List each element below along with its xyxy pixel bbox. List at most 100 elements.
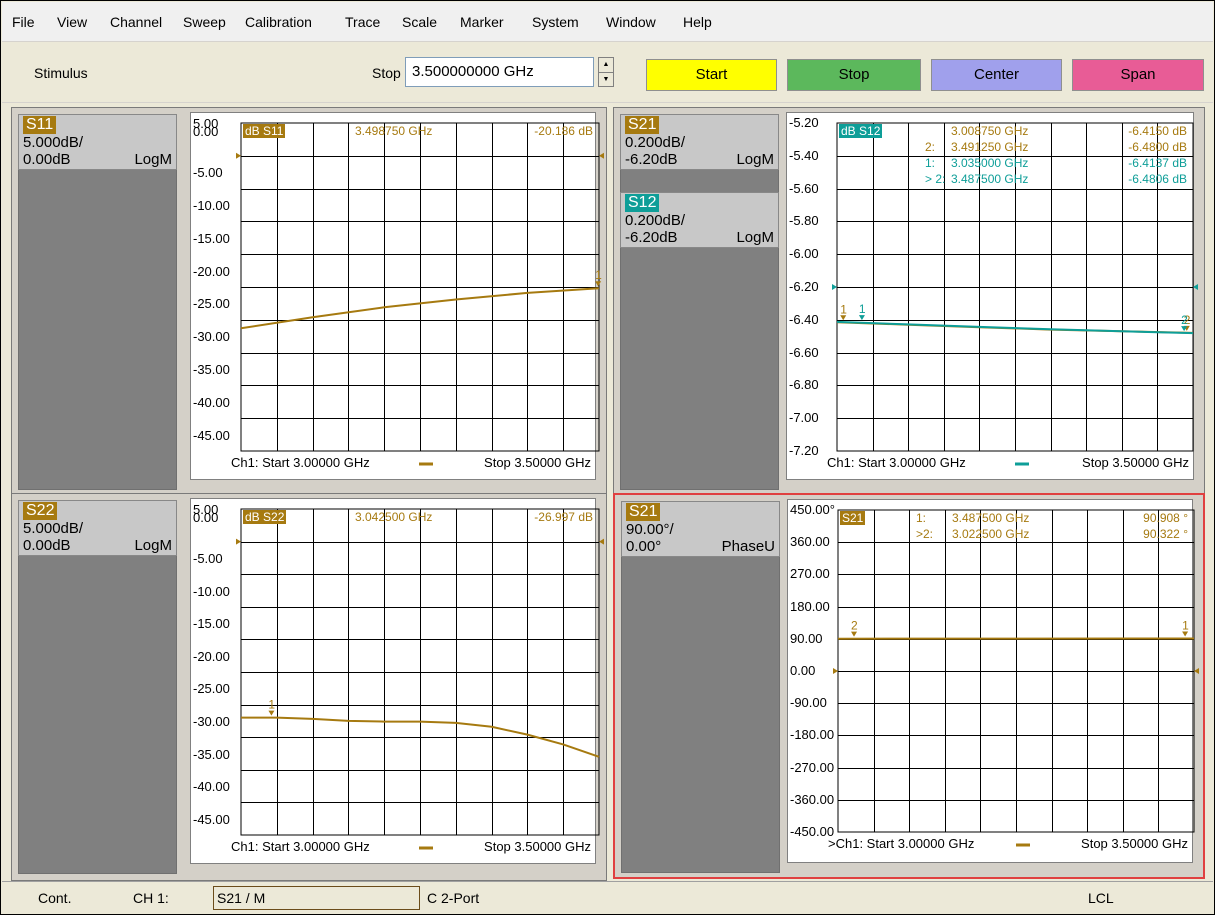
menu-calibration[interactable]: Calibration [245,2,312,42]
plot-grid: 1 [236,122,604,452]
menu-marker[interactable]: Marker [460,2,504,42]
menu-window[interactable]: Window [606,2,656,42]
active-trace-tag: dB S22 [243,510,287,524]
menu-channel[interactable]: Channel [110,2,162,42]
marker-readout-frequency: 3.042500 GHz [355,510,433,524]
y-axis-tick-label: -10.00 [193,584,230,599]
stop-field-label: Stop [372,65,401,81]
reference-level-arrow [833,668,838,674]
y-axis-tick-label: -20.00 [193,264,230,279]
trace-window-2[interactable]: S21 0.200dB/-6.20dB LogM S12 0.200dB/-6.20dB… [613,107,1205,497]
marker-readout-frequency: 3.498750 GHz [355,124,433,138]
trace-format: LogM [134,537,172,554]
spin-up-icon[interactable]: ▲ [599,58,613,72]
marker-readout-label: > 2: [925,172,946,186]
center-button[interactable]: Center [931,59,1062,91]
trace-ref-row: 0.00dB LogM [23,151,172,168]
start-frequency-label: Ch1: Start 3.00000 GHz [231,839,370,854]
start-frequency-label: Ch1: Start 3.00000 GHz [827,455,966,470]
trace-ref-row: 0.00dB LogM [23,537,172,554]
spin-down-icon[interactable]: ▼ [599,72,613,86]
marker-label: 1 [268,698,275,712]
y-axis-tick-label: -30.00 [193,329,230,344]
marker-readout-frequency: 3.008750 GHz [951,124,1029,138]
y-axis-tick-label: 360.00 [790,534,830,549]
trace-window-1[interactable]: S11 5.000dB/0.00dB LogM 1 5.00 0.00 -5.00 -10.0… [11,107,607,497]
marker-readout-label: 1: [925,156,936,170]
reference-level-arrow [1193,284,1198,290]
y-axis-tick-label: -15.00 [193,231,230,246]
plot-grid: 1 [236,508,604,836]
menu-scale[interactable]: Scale [402,2,437,42]
plot-area[interactable]: 1 1 2 2 -5.20 -5.40 -5.60 -5.80 -6.00 -6.20 -6.40-… [786,112,1198,480]
y-axis-tick-label: -7.00 [789,410,819,425]
trace-format: LogM [736,229,774,246]
marker-readout-label: 1: [916,511,927,525]
start-button[interactable]: Start [646,59,777,91]
marker-label: 1 [1182,618,1189,632]
y-axis-tick-label: 0.00 [193,124,219,139]
menu-file[interactable]: File [12,2,35,42]
trace-box-s11[interactable]: S11 5.000dB/0.00dB LogM [18,114,177,170]
marker-readout-value: 90.322 ° [1143,527,1188,541]
trace-scale: 0.200dB/ [625,134,686,151]
status-bar: Cont. CH 1: S21 / M C 2-Port LCL [2,881,1213,914]
y-axis-tick-label: -5.80 [789,213,819,228]
stimulus-label: Stimulus [34,65,88,81]
trace-legend-panel [18,500,177,874]
trace-box-s12[interactable]: S12 0.200dB/-6.20dB LogM [620,192,779,248]
y-axis-tick-label: -360.00 [790,792,835,807]
y-axis-tick-label: -25.00 [193,296,230,311]
marker-label: 1 [840,302,847,316]
trace-window-4[interactable]: S21 90.00°/0.00° PhaseU 2 1 450.00° 360.00 270.… [613,493,1205,879]
y-axis-tick-label: 180.00 [790,599,830,614]
menu-bar: File View Channel Sweep Calibration Trac… [2,2,1213,42]
marker-label: 1 [859,302,866,316]
plot-area[interactable]: 1 5.00 0.00 -5.00 -10.00 -15.00 -20.00 -25.00 -3… [190,498,604,864]
y-axis-tick-label: -5.20 [789,115,819,130]
y-axis-tick-label: -40.00 [193,779,230,794]
start-frequency-label: Ch1: Start 3.00000 GHz [231,455,370,470]
status-active-trace[interactable]: S21 / M [213,886,420,910]
y-axis-tick-label: 0.00 [193,510,219,525]
marker-readout-label: >2: [916,527,934,541]
stop-button[interactable]: Stop [787,59,921,91]
menu-view[interactable]: View [57,2,87,42]
menu-system[interactable]: System [532,2,579,42]
menu-trace[interactable]: Trace [345,2,380,42]
marker-readout-value: -6.4150 dB [1128,124,1187,138]
marker-readout-frequency: 3.035000 GHz [951,156,1029,170]
trace-box-s21[interactable]: S21 90.00°/0.00° PhaseU [621,501,780,557]
stop-frequency-spinner[interactable]: ▲ ▼ [598,57,614,87]
trace-scale: 5.000dB/ [23,520,84,537]
menu-sweep[interactable]: Sweep [183,2,226,42]
y-axis-tick-label: -15.00 [193,616,230,631]
trace-format: LogM [134,151,172,168]
span-button[interactable]: Span [1072,59,1204,91]
active-trace-tag: dB S12 [839,124,883,138]
marker-readout-frequency: 3.491250 GHz [951,140,1029,154]
y-axis-tick-label: -40.00 [193,395,230,410]
trace-box-s22[interactable]: S22 5.000dB/0.00dB LogM [18,500,177,556]
y-axis-tick-label: 90.00 [790,631,823,646]
stop-frequency-label: Stop 3.50000 GHz [1082,455,1189,470]
active-trace-tag: S21 [840,511,866,525]
trace-box-s21[interactable]: S21 0.200dB/-6.20dB LogM [620,114,779,170]
trace-name: S21 [626,503,661,521]
stop-frequency-label: Stop 3.50000 GHz [484,455,591,470]
marker-readout-frequency: 3.487500 GHz [951,172,1029,186]
plot-area[interactable]: 1 5.00 0.00 -5.00 -10.00 -15.00 -20.00 -25.00 -3… [190,112,604,480]
status-port: C 2-Port [427,890,480,906]
stop-frequency-input[interactable]: 3.500000000 GHz [405,57,594,87]
marker-readout-value: -26.997 dB [534,510,593,524]
menu-help[interactable]: Help [683,2,712,42]
y-axis-tick-label: -5.00 [193,551,223,566]
trace-window-3[interactable]: S22 5.000dB/0.00dB LogM 1 5.00 0.00 -5.00 -10.0… [11,493,607,881]
trace-legend-swatch [1016,843,1030,847]
marker-readout-frequency: 3.022500 GHz [952,527,1030,541]
y-axis-tick-label: -5.60 [789,181,819,196]
plot-area[interactable]: 2 1 450.00° 360.00 270.00 180.00 90.00 0.00 -90.… [787,499,1199,863]
trace-ref-value: 0.00° [626,538,662,555]
trace-ref-row: -6.20dB LogM [625,229,774,246]
y-axis-tick-label: -45.00 [193,428,230,443]
